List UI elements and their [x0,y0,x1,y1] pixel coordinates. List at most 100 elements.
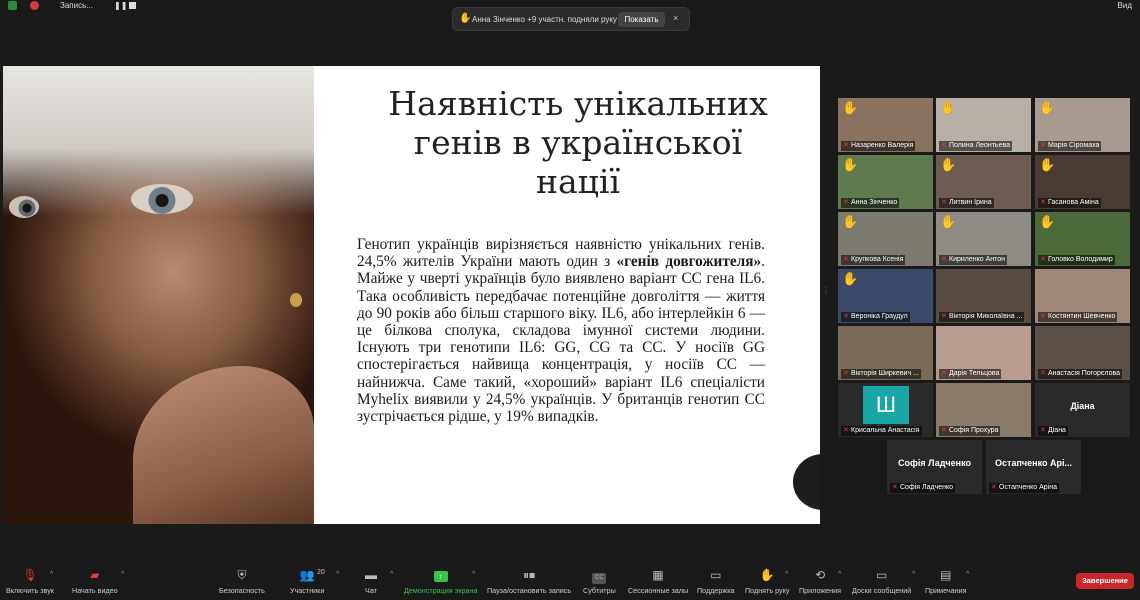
participant-tile[interactable]: ✋ ✕ Полина Леонтьева [936,98,1031,152]
pause-recording-label: Пауза/остановить запись [487,586,572,595]
participant-name: ✕ Анастасія Погорєлова [1038,369,1123,379]
mic-muted-icon: ✕ [1040,370,1046,377]
participant-tile[interactable]: ✋ ✕ Гасанова Аміна [1035,155,1130,209]
mic-muted-icon: ✕ [843,256,849,263]
participant-tile[interactable]: ✕ Костянтин Шевченко [1035,269,1130,323]
apps-chevron-icon[interactable]: ^ [838,571,841,578]
pause-stop-recording-button[interactable]: ⏸⏹ Пауза/остановить запись [487,568,571,595]
participant-name-label: Діана [1048,427,1066,434]
mic-muted-icon: ✕ [941,427,947,434]
video-options-chevron-icon[interactable]: ^ [121,571,124,578]
participant-name: ✕ Діана [1038,426,1068,436]
mic-muted-icon: ✕ [1040,142,1046,149]
participant-tile[interactable]: Діана ✕ Діана [1035,383,1130,437]
recording-label: Запись... [60,1,93,10]
participant-tile[interactable]: ✋ ✕ Вероніка Граудул [838,269,933,323]
participant-name-label: Литвин Ірина [949,199,992,206]
participant-name-label: Остапченко Аріна [999,484,1058,491]
audio-options-chevron-icon[interactable]: ^ [50,571,53,578]
mic-muted-icon: 🎙 [22,568,38,582]
close-icon[interactable]: × [673,13,678,23]
chat-button[interactable]: ▬ Чат [365,568,377,595]
support-label: Поддержка [697,586,735,595]
unmute-label: Включить звук [6,586,54,595]
participant-tile[interactable]: Софія Ладченко ✕ Софія Ладченко [887,440,982,494]
participant-tile[interactable]: ✕ Дарія Тельцова [936,326,1031,380]
reactions-chevron-icon[interactable]: ^ [785,571,788,578]
participant-name: ✕ Крисальна Анастасія [841,426,922,436]
participants-chevron-icon[interactable]: ^ [336,571,339,578]
mic-muted-icon: ✕ [1040,199,1046,206]
participants-count: 20 [317,569,325,576]
participant-tile[interactable]: ✋ ✕ Кириленко Антон [936,212,1031,266]
mic-muted-icon: ✕ [941,142,947,149]
notification-text: Анна Зінченко +9 участн. подняли руку [472,15,617,24]
security-button[interactable]: ⛨ Безопасность [219,568,265,595]
captions-button[interactable]: CC Субтитры [583,568,616,595]
security-shield-icon[interactable] [8,1,17,10]
body-text-bold: «генів довгожителя» [616,253,762,271]
participant-name-label: Гасанова Аміна [1048,199,1099,206]
chat-chevron-icon[interactable]: ^ [390,571,393,578]
photo-earring [290,293,302,307]
body-text-part: . Майже у чверті українців було виявлено… [357,253,765,426]
captions-label: Субтитры [583,586,616,595]
support-icon: ▭ [710,568,722,582]
raised-hand-icon: ✋ [940,100,957,115]
participant-tile[interactable]: ✋ ✕ Литвин Ірина [936,155,1031,209]
support-button[interactable]: ▭ Поддержка [697,568,735,595]
whiteboards-button[interactable]: ▭ Доски сообщений [852,568,911,595]
start-video-button[interactable]: ▰ Начать видео [72,568,118,595]
slide-title-line: Наявність унікальних [388,84,768,123]
participant-name: ✕ Вікторія Ширкевич ... [841,369,921,379]
participant-tile[interactable]: ✕ Анастасія Погорєлова [1035,326,1130,380]
participant-tile[interactable]: ✕ Вікторія Миколаївна ... [936,269,1031,323]
slide-title: Наявність унікальних генів в української… [343,84,813,201]
apps-button[interactable]: ⟲ Приложения [799,568,841,595]
mic-muted-icon: ✕ [1040,256,1046,263]
participant-tile[interactable]: ✋ ✕ Головко Володимир [1035,212,1130,266]
photo-eye-left [9,196,39,218]
notes-chevron-icon[interactable]: ^ [966,571,969,578]
participant-tile[interactable]: Ш ✕ Крисальна Анастасія [838,383,933,437]
pause-stop-icon: ⏸⏹ [523,568,536,582]
participant-name: ✕ Полина Леонтьева [939,141,1012,151]
participant-name-label: Назаренко Валерія [851,142,914,149]
participant-name-label: Дарія Тельцова [949,370,1000,377]
raised-hand-icon: ✋ [940,157,957,172]
whiteboard-icon: ▭ [875,568,888,582]
participant-name: ✕ Костянтин Шевченко [1038,312,1118,322]
notes-button[interactable]: ▤ Примечания [925,568,967,595]
raised-hand-icon: ✋ [1039,100,1056,115]
stop-recording-icon[interactable] [129,2,136,9]
mic-muted-icon: ✕ [843,313,849,320]
participant-tile[interactable]: ✋ ✕ Назаренко Валерія [838,98,933,152]
mic-muted-icon: ✕ [892,484,898,491]
shield-icon: ⛨ [237,568,247,582]
share-options-chevron-icon[interactable]: ^ [472,571,475,578]
recording-icon [30,1,39,10]
panel-splitter-handle[interactable]: ⋮ [822,286,830,300]
breakout-rooms-button[interactable]: ▦ Сессионные залы [628,568,688,595]
participant-name-label: Вероніка Граудул [851,313,908,320]
unmute-button[interactable]: 🎙 Включить звук [6,568,54,595]
slide-overlay-circle [793,454,820,510]
breakout-rooms-icon: ▦ [652,568,664,582]
participant-tile[interactable]: ✋ ✕ Марія Сіромаха [1035,98,1130,152]
raised-hand-icon: ✋ [842,157,859,172]
participant-tile[interactable]: ✕ Софія Прохура [936,383,1031,437]
participant-tile[interactable]: ✋ ✕ Крупкова Ксенія [838,212,933,266]
end-meeting-button[interactable]: Завершение [1076,573,1134,589]
participant-tile[interactable]: ✕ Вікторія Ширкевич ... [838,326,933,380]
video-off-icon: ▰ [90,568,100,582]
whiteboards-chevron-icon[interactable]: ^ [912,571,915,578]
show-raised-hands-button[interactable]: Показать [618,12,665,27]
start-video-label: Начать видео [72,586,118,595]
participant-tile[interactable]: ✋ ✕ Анна Зінченко [838,155,933,209]
raise-hand-button[interactable]: ✋ Поднять руку [745,568,789,595]
participant-tile[interactable]: Остапченко Арі... ✕ Остапченко Аріна [986,440,1081,494]
view-menu-button[interactable]: Вид [1118,1,1132,10]
raised-hand-icon: ✋ [842,271,859,286]
share-screen-button[interactable]: ↑ Демонстрация экрана [404,568,477,595]
pause-recording-icon[interactable]: ❚❚ [114,1,127,10]
